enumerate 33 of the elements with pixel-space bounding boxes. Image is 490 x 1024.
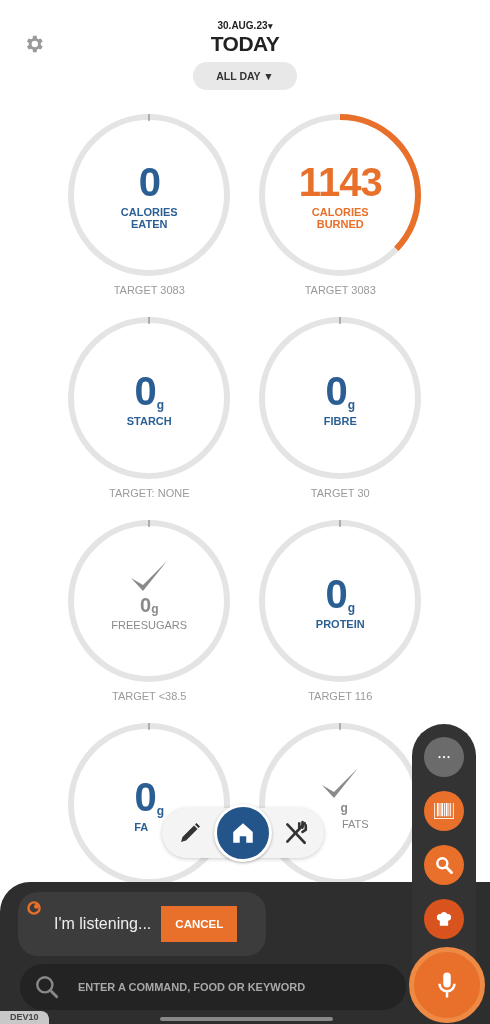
period-dropdown[interactable]: ALL DAY ▼ [193,62,297,90]
nutrient-value: 0 [325,369,347,412]
environment-tag: DEV10 [0,1011,49,1024]
unit-label: g [340,800,348,815]
nutrient-label: FA [134,820,149,833]
date-selector[interactable]: 30.AUG.23▾ [217,20,273,31]
target-label: TARGET <38.5 [112,690,187,702]
nutrient-value: 0 [138,160,160,203]
nutrient-value: 0 [140,593,151,616]
target-label: TARGET: NONE [109,487,190,499]
nutrient-label: CALORIES BURNED [310,205,370,230]
target-label: TARGET 3083 [113,284,185,296]
unit-label: g [347,397,356,412]
listening-message: I'm listening... [54,915,152,933]
unit-label: g [156,397,165,412]
nutrient-value: 0 [134,369,156,412]
nutrient-label: FIBRE [322,414,358,427]
nutrient-value: 0 [134,775,156,818]
nutrient-label: STARCH [125,414,173,427]
target-label: TARGET 116 [308,690,373,702]
nutrient-value: 1143 [298,160,382,203]
nutrient-label: CALORIES EATEN [119,205,179,230]
nutrient-label: PROTEIN [314,617,366,630]
nutrient-label: FREESUGARS [110,618,189,631]
page-title: TODAY [210,32,280,56]
unit-label: g [151,601,159,616]
nutrient-value: 0 [325,572,347,615]
target-label: TARGET 3083 [304,284,376,296]
nutrient-label: FATS [341,817,369,830]
unit-label: g [156,803,165,818]
unit-label: g [347,600,356,615]
target-label: TARGET 30 [310,487,370,499]
command-input[interactable]: ENTER A COMMAND, FOOD OR KEYWORD [20,964,406,1010]
